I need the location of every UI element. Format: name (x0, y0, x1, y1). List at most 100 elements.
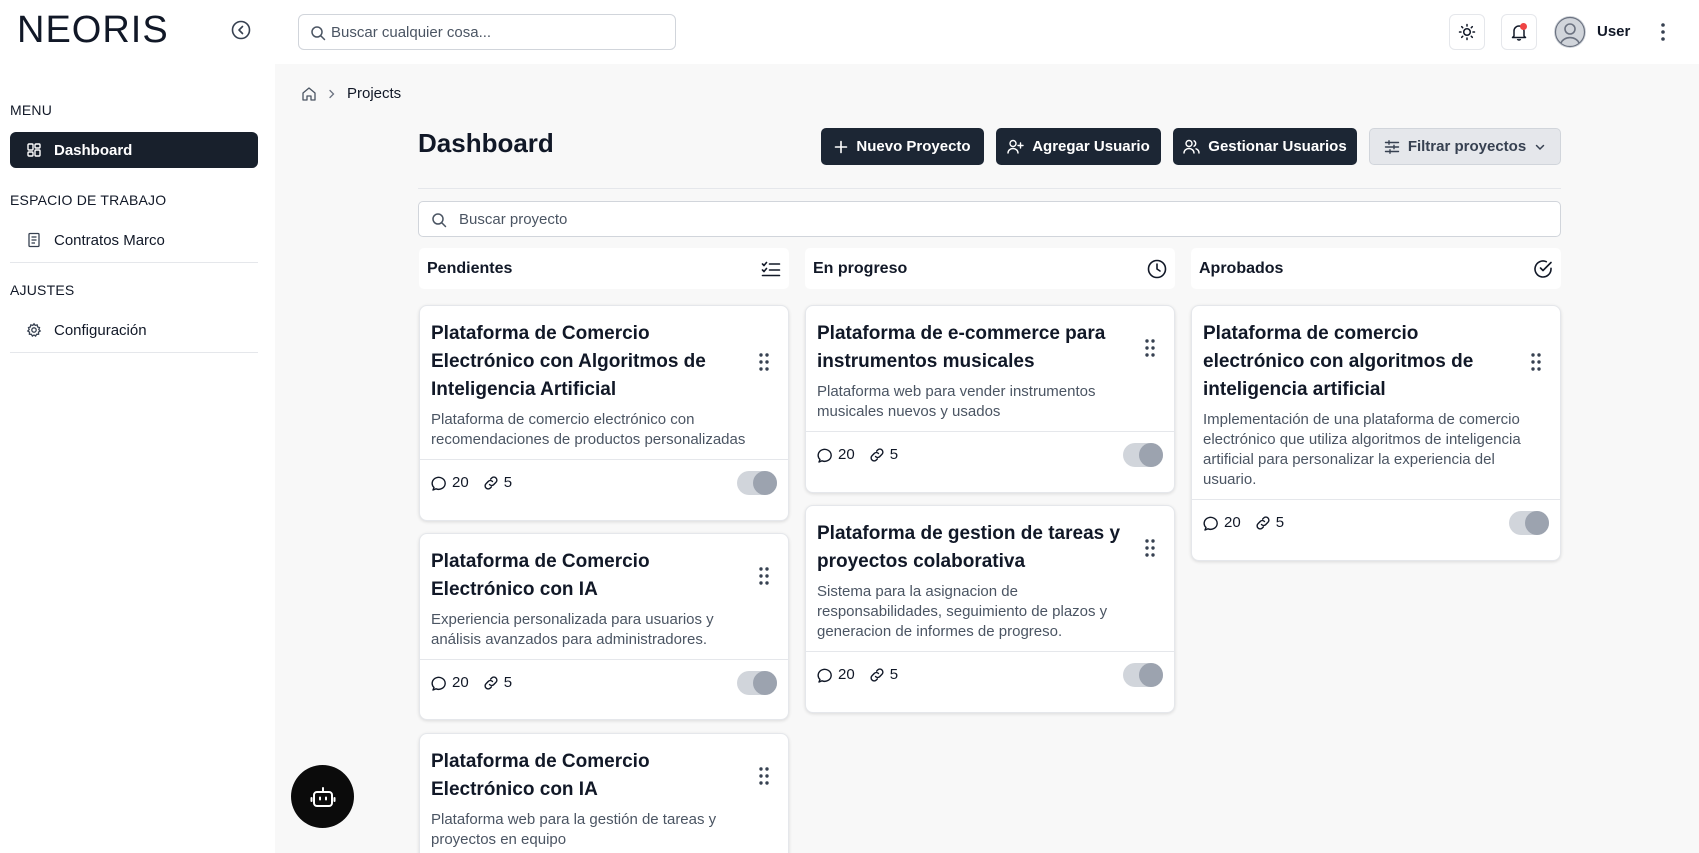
clock-icon (1147, 259, 1167, 278)
project-title: Plataforma de comercio electrónico con a… (1203, 323, 1474, 400)
comment-icon (1203, 516, 1218, 531)
project-description: Plataforma de comercio electrónico con r… (431, 411, 746, 448)
chevron-down-icon (1535, 144, 1545, 150)
comment-icon (431, 476, 446, 491)
project-title: Plataforma de Comercio Electrónico con I… (431, 751, 650, 800)
add-user-button[interactable]: Agregar Usuario (996, 128, 1161, 165)
project-toggle[interactable] (737, 471, 777, 495)
global-search[interactable] (298, 14, 676, 50)
project-description: Sistema para la asignacion de responsabi… (817, 583, 1108, 640)
project-card[interactable]: Plataforma de Comercio Electrónico con A… (419, 305, 789, 521)
project-description: Plataforma web para vender instrumentos … (817, 383, 1096, 420)
toggle-knob (1139, 663, 1163, 687)
more-options-icon[interactable] (1655, 20, 1671, 44)
list-check-icon (761, 261, 781, 276)
comment-count: 20 (838, 446, 855, 463)
manage-users-label: Gestionar Usuarios (1208, 138, 1347, 155)
sidebar-item-configuracion[interactable]: Configuración (10, 312, 258, 348)
project-title: Plataforma de Comercio Electrónico con I… (431, 551, 650, 600)
sidebar-divider (10, 262, 258, 263)
plus-icon (835, 140, 848, 153)
notification-dot (1520, 23, 1527, 30)
comment-icon (817, 668, 832, 683)
add-user-label: Agregar Usuario (1032, 138, 1150, 155)
project-description: Experiencia personalizada para usuarios … (431, 611, 714, 648)
sidebar-item-label: Configuración (54, 321, 147, 339)
column-title: En progreso (813, 259, 908, 277)
comment-count: 20 (452, 474, 469, 491)
filter-projects-label: Filtrar proyectos (1407, 138, 1527, 155)
project-title: Plataforma de Comercio Electrónico con A… (431, 323, 706, 400)
sidebar-divider (10, 352, 258, 353)
link-count: 5 (889, 446, 899, 463)
card-stats: 20 5 (1203, 514, 1284, 531)
top-bar: NEORIS User (0, 0, 1699, 64)
project-description: Implementación de una plataforma de come… (1203, 411, 1521, 488)
project-card[interactable]: Plataforma de Comercio Electrónico con I… (419, 733, 789, 853)
link-count: 5 (889, 666, 899, 683)
column-header-pendientes: Pendientes (419, 248, 789, 289)
column-header-en-progreso: En progreso (805, 248, 1175, 289)
card-divider (806, 431, 1174, 432)
link-count: 5 (503, 674, 513, 691)
comment-icon (817, 448, 832, 463)
page-title: Dashboard (418, 128, 554, 158)
header-divider (418, 188, 1561, 189)
sidebar-heading-menu: MENU (10, 102, 53, 118)
toggle-knob (753, 471, 777, 495)
manage-users-button[interactable]: Gestionar Usuarios (1173, 128, 1357, 165)
sliders-icon (1384, 139, 1400, 154)
project-card[interactable]: Plataforma de gestion de tareas y proyec… (805, 505, 1175, 713)
project-toggle[interactable] (1123, 663, 1163, 687)
card-stats: 20 5 (817, 446, 898, 463)
notifications-button[interactable] (1501, 14, 1537, 50)
card-stats: 20 5 (431, 674, 512, 691)
column-title: Aprobados (1199, 259, 1284, 277)
collapse-sidebar-icon[interactable] (230, 19, 252, 41)
link-icon (870, 667, 884, 682)
drag-handle-icon[interactable] (1144, 338, 1156, 358)
sidebar-item-dashboard[interactable]: Dashboard (10, 132, 258, 168)
chevron-right-icon (327, 89, 337, 99)
drag-handle-icon[interactable] (1530, 352, 1542, 372)
column-header-aprobados: Aprobados (1191, 248, 1561, 289)
sidebar-heading-settings: AJUSTES (10, 282, 75, 298)
user-avatar[interactable] (1554, 16, 1586, 48)
home-icon[interactable] (301, 86, 317, 102)
comment-count: 20 (1224, 514, 1241, 531)
toggle-knob (1139, 443, 1163, 467)
sidebar: MENU Dashboard ESPACIO DE TRABAJO Contra… (0, 64, 275, 853)
project-search[interactable] (418, 201, 1561, 237)
drag-handle-icon[interactable] (758, 352, 770, 372)
project-search-input[interactable] (459, 202, 1539, 236)
toggle-knob (753, 671, 777, 695)
project-description: Plataforma web para la gestión de tareas… (431, 811, 717, 848)
drag-handle-icon[interactable] (758, 566, 770, 586)
new-project-label: Nuevo Proyecto (856, 138, 971, 155)
assistant-bot-button[interactable] (291, 765, 354, 828)
breadcrumb-current: Projects (347, 85, 402, 102)
card-stats: 20 5 (817, 666, 898, 683)
drag-handle-icon[interactable] (1144, 538, 1156, 558)
user-name[interactable]: User (1597, 23, 1630, 40)
link-icon (870, 447, 884, 462)
toggle-knob (1525, 511, 1549, 535)
project-card[interactable]: Plataforma de comercio electrónico con a… (1191, 305, 1561, 561)
new-project-button[interactable]: Nuevo Proyecto (821, 128, 984, 165)
project-title: Plataforma de e-commerce para instrument… (817, 323, 1106, 372)
global-search-input[interactable] (331, 15, 661, 49)
theme-toggle-button[interactable] (1449, 14, 1485, 50)
project-toggle[interactable] (737, 671, 777, 695)
sidebar-item-contratos-marco[interactable]: Contratos Marco (10, 222, 258, 258)
drag-handle-icon[interactable] (758, 766, 770, 786)
user-plus-icon (1007, 139, 1024, 154)
comment-count: 20 (452, 674, 469, 691)
filter-projects-dropdown[interactable]: Filtrar proyectos (1369, 128, 1561, 165)
project-card[interactable]: Plataforma de Comercio Electrónico con I… (419, 533, 789, 720)
project-toggle[interactable] (1123, 443, 1163, 467)
neoris-logo[interactable]: NEORIS (17, 11, 169, 49)
link-count: 5 (1275, 514, 1285, 531)
project-card[interactable]: Plataforma de e-commerce para instrument… (805, 305, 1175, 493)
sidebar-item-label: Contratos Marco (54, 231, 165, 249)
project-toggle[interactable] (1509, 511, 1549, 535)
